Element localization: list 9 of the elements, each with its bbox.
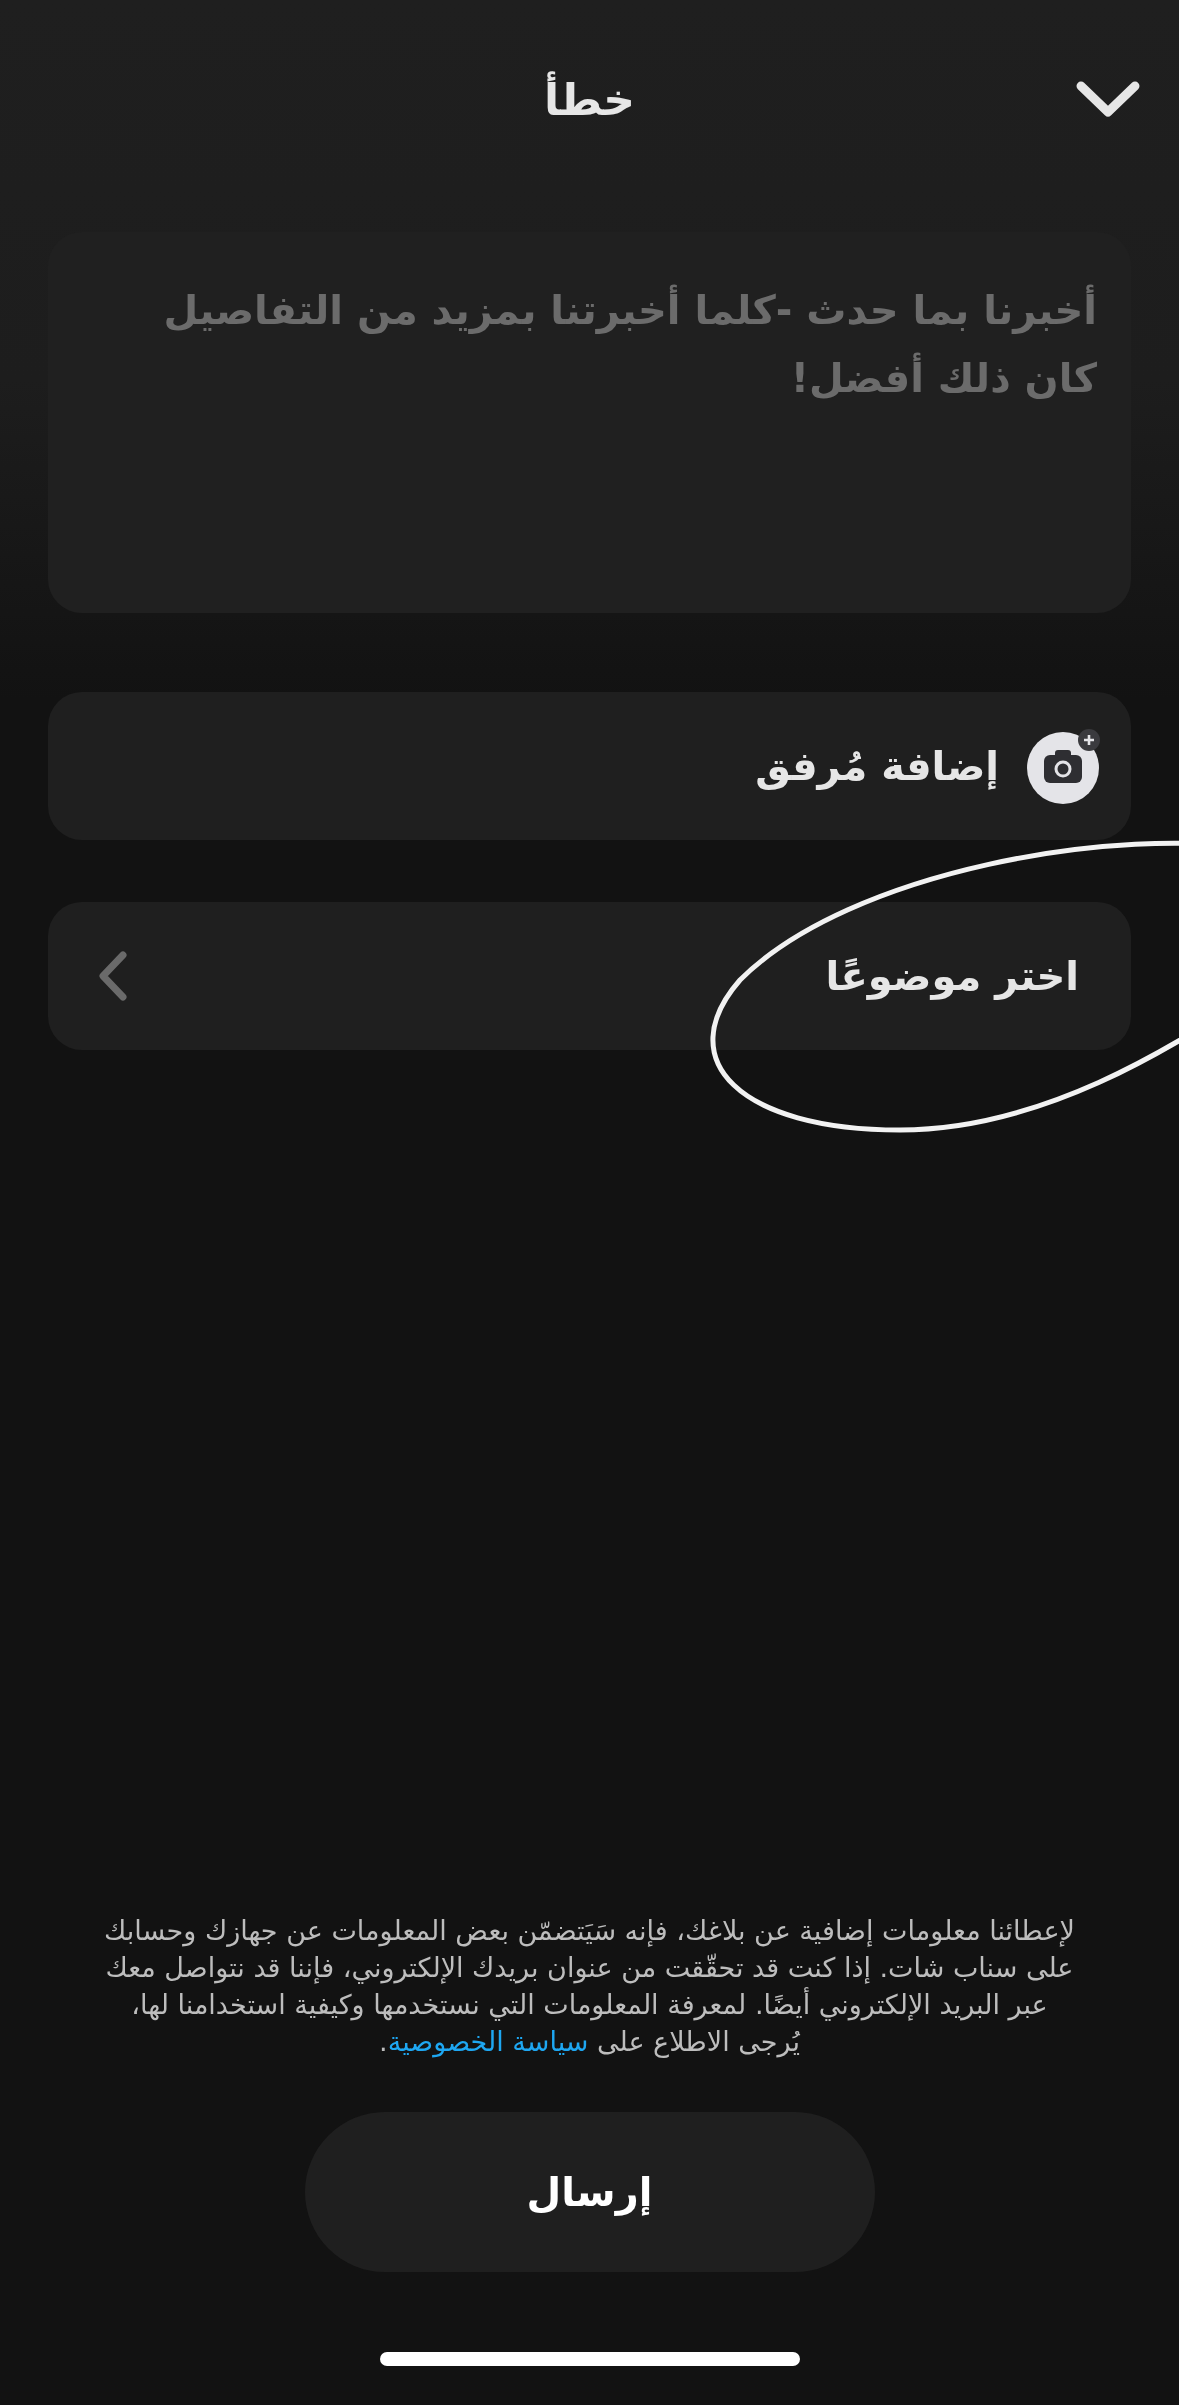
privacy-notice: لإعطائنا معلومات إضافية عن بلاغك، فإنه سَيَتضمّن بعض المعلومات عن جهازك وحسابك على سناب شات. إذا كنت قد تحقّقت من عنوان بريدك الإلكتروني، فإننا قد نتواصل معك عبر البريد الإلكتروني أيضًا. لمعرفة المعلومات التي نستخدمها وكيفية استخدامنا لها، يُرجى الاطلاع على سياسة الخصوصية. (103, 1914, 1076, 2060)
camera-add-icon (1027, 728, 1103, 804)
collapse-chevron-icon[interactable] (1075, 80, 1141, 120)
privacy-policy-link[interactable]: سياسة الخصوصية (387, 2026, 589, 2057)
send-button[interactable]: إرسال (304, 2112, 875, 2272)
add-attachment-button[interactable]: إضافة مُرفق (48, 692, 1131, 840)
topic-selector[interactable]: اختر موضوعًا (48, 902, 1131, 1050)
chevron-left-icon (98, 950, 128, 1002)
screen-title: خطأ (543, 67, 636, 133)
